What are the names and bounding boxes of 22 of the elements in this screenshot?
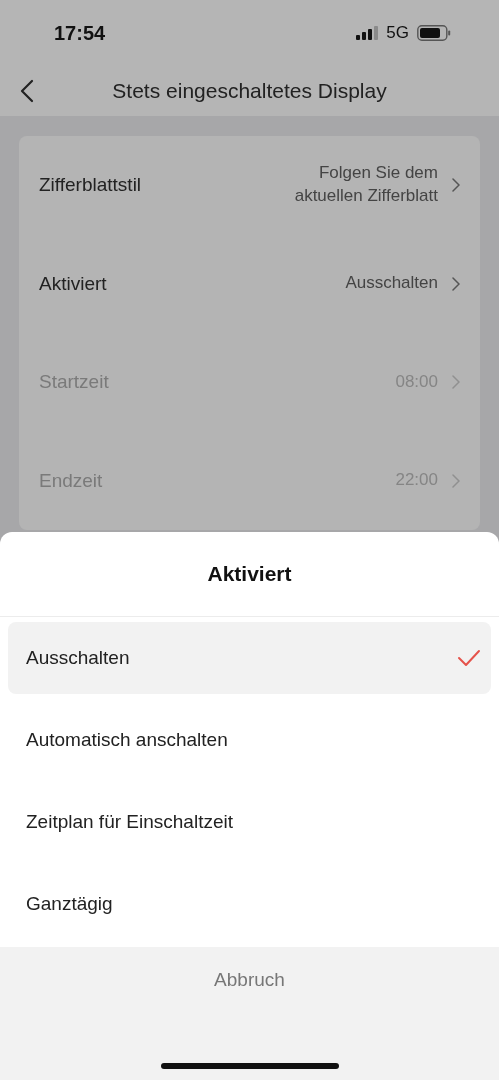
chevron-icon: [452, 276, 460, 291]
setting-label: Aktiviert: [39, 272, 108, 295]
signal-icon: [356, 26, 379, 40]
checkmark-icon: [457, 649, 481, 667]
chevron-icon: [452, 375, 460, 390]
setting-label: Endzeit: [39, 469, 104, 492]
option-item[interactable]: Ganztägig: [8, 868, 491, 940]
setting-value: Folgen Sie dem aktuellen Zifferblatt: [293, 162, 438, 208]
option-item[interactable]: Ausschalten: [8, 622, 491, 694]
setting-value: Ausschalten: [345, 272, 438, 295]
option-item[interactable]: Zeitplan für Einschaltzeit: [8, 786, 491, 858]
chevron-icon: [452, 473, 460, 488]
setting-label: Startzeit: [39, 371, 110, 394]
status-time: 17:54: [54, 21, 106, 45]
setting-label: Zifferblattstil: [39, 174, 143, 197]
cancel-button[interactable]: Abbruch: [194, 947, 305, 1013]
sheet-title: Aktiviert: [0, 532, 499, 617]
page-title: Stets eingeschaltetes Display: [111, 79, 388, 103]
option-item[interactable]: Automatisch anschalten: [8, 704, 491, 776]
battery-icon: [417, 25, 451, 41]
chevron-icon: [452, 178, 460, 193]
network-label: 5G: [386, 23, 409, 43]
